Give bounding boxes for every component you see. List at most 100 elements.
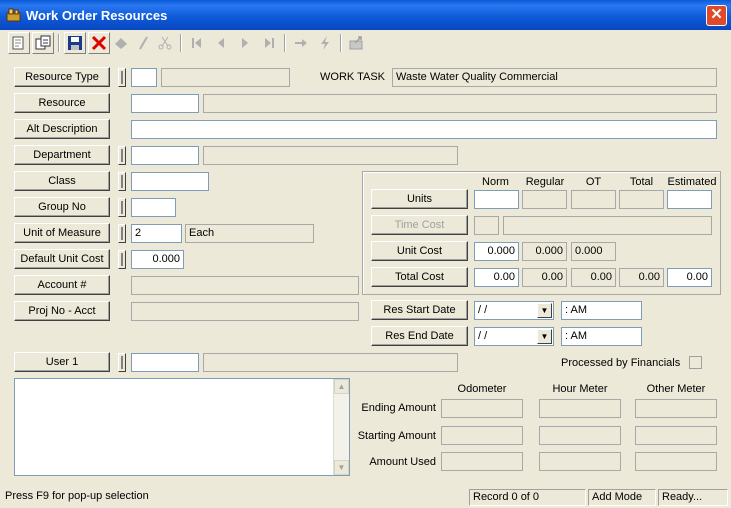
total-cost-total-field: 0.00 [619, 268, 664, 287]
account-field [131, 276, 359, 295]
first-record-icon [186, 32, 208, 54]
resource-type-code-field[interactable] [131, 68, 157, 87]
toolbar [4, 30, 727, 58]
delete-icon[interactable] [88, 32, 110, 54]
save-icon[interactable] [64, 32, 86, 54]
edit-icon [132, 32, 154, 54]
starting-hour-meter-field [539, 426, 621, 445]
scroll-up-icon[interactable]: ▲ [334, 379, 349, 394]
department-button[interactable]: Department [14, 145, 110, 165]
units-estimated-field[interactable] [667, 190, 712, 209]
unit-cost-button[interactable]: Unit Cost [371, 241, 468, 261]
unit-of-measure-popup[interactable] [118, 224, 126, 243]
odometer-header: Odometer [457, 383, 507, 395]
user1-button[interactable]: User 1 [14, 352, 110, 372]
default-unit-cost-popup[interactable] [118, 250, 126, 269]
unit-cost-regular-field: 0.000 [522, 242, 567, 261]
alt-description-field[interactable] [131, 120, 717, 139]
group-no-button[interactable]: Group No [14, 197, 110, 217]
start-date-select[interactable]: / / ▼ [474, 301, 554, 320]
group-no-field[interactable] [131, 198, 176, 217]
total-header: Total [629, 176, 654, 188]
chevron-down-icon[interactable]: ▼ [537, 303, 552, 318]
end-date-select[interactable]: / / ▼ [474, 327, 554, 346]
alt-description-button[interactable]: Alt Description [14, 119, 110, 139]
res-end-date-button[interactable]: Res End Date [371, 326, 468, 346]
unit-cost-norm-field[interactable]: 0.000 [474, 242, 519, 261]
department-code-field[interactable] [131, 146, 199, 165]
used-other-meter-field [635, 452, 717, 471]
other-meter-header: Other Meter [646, 383, 706, 395]
window-title: Work Order Resources [26, 8, 168, 23]
units-norm-field[interactable] [474, 190, 519, 209]
regular-header: Regular [525, 176, 565, 188]
res-start-date-button[interactable]: Res Start Date [371, 300, 468, 320]
units-ot-field [571, 190, 616, 209]
used-hour-meter-field [539, 452, 621, 471]
work-task-label: WORK TASK [320, 71, 385, 83]
total-cost-button[interactable]: Total Cost [371, 267, 468, 287]
time-cost-desc-field [503, 216, 712, 235]
total-cost-regular-field: 0.00 [522, 268, 567, 287]
proj-no-acct-field [131, 302, 359, 321]
status-state: Ready... [658, 489, 728, 506]
user1-code-field[interactable] [131, 353, 199, 372]
scroll-down-icon[interactable]: ▼ [334, 460, 349, 475]
proj-no-acct-button[interactable]: Proj No - Acct [14, 301, 110, 321]
time-cost-code-field [474, 216, 499, 235]
units-regular-field [522, 190, 567, 209]
estimated-header: Estimated [667, 176, 717, 188]
close-button[interactable]: ✕ [706, 5, 727, 26]
copy-record-icon[interactable] [8, 32, 30, 54]
default-unit-cost-button[interactable]: Default Unit Cost [14, 249, 110, 269]
starting-other-meter-field [635, 426, 717, 445]
uom-desc-field: Each [185, 224, 314, 243]
user1-popup[interactable] [118, 353, 126, 372]
resource-type-button[interactable]: Resource Type [14, 67, 110, 87]
resource-desc-field [203, 94, 717, 113]
norm-header: Norm [482, 176, 509, 188]
resource-type-popup[interactable] [118, 68, 126, 87]
class-button[interactable]: Class [14, 171, 110, 191]
account-button[interactable]: Account # [14, 275, 110, 295]
total-cost-estimated-field[interactable]: 0.00 [667, 268, 712, 287]
status-mode: Add Mode [588, 489, 656, 506]
new-window-icon[interactable] [32, 32, 54, 54]
starting-amount-label: Starting Amount [357, 430, 436, 442]
unit-of-measure-button[interactable]: Unit of Measure [14, 223, 110, 243]
uom-code-field[interactable]: 2 [131, 224, 182, 243]
lightning-icon [314, 32, 336, 54]
notes-memo[interactable]: ▲ ▼ [14, 378, 350, 476]
user1-desc-field [203, 353, 458, 372]
resource-code-field[interactable] [131, 94, 199, 113]
processed-by-financials-label: Processed by Financials [561, 357, 681, 369]
cut-icon [154, 32, 176, 54]
resource-button[interactable]: Resource [14, 93, 110, 113]
total-cost-norm-field[interactable]: 0.00 [474, 268, 519, 287]
processed-by-financials-checkbox [689, 356, 702, 369]
units-button[interactable]: Units [371, 189, 468, 209]
total-cost-ot-field: 0.00 [571, 268, 616, 287]
last-record-icon [258, 32, 280, 54]
ending-hour-meter-field [539, 399, 621, 418]
memo-scrollbar[interactable]: ▲ ▼ [333, 379, 349, 475]
amount-used-label: Amount Used [369, 456, 436, 468]
end-date-value: / / [478, 330, 488, 342]
goto-icon [290, 32, 312, 54]
end-time-field[interactable]: : AM [561, 327, 642, 346]
resource-type-desc-field [161, 68, 290, 87]
group-no-popup[interactable] [118, 198, 126, 217]
chevron-down-icon[interactable]: ▼ [537, 329, 552, 344]
export-icon [346, 32, 368, 54]
class-popup[interactable] [118, 172, 126, 191]
default-unit-cost-field[interactable]: 0.000 [131, 250, 184, 269]
ot-header: OT [585, 176, 602, 188]
hour-meter-header: Hour Meter [552, 383, 608, 395]
print-icon [110, 32, 132, 54]
department-popup[interactable] [118, 146, 126, 165]
units-total-field [619, 190, 664, 209]
previous-record-icon [210, 32, 232, 54]
start-time-field[interactable]: : AM [561, 301, 642, 320]
class-field[interactable] [131, 172, 209, 191]
used-odometer-field [441, 452, 523, 471]
